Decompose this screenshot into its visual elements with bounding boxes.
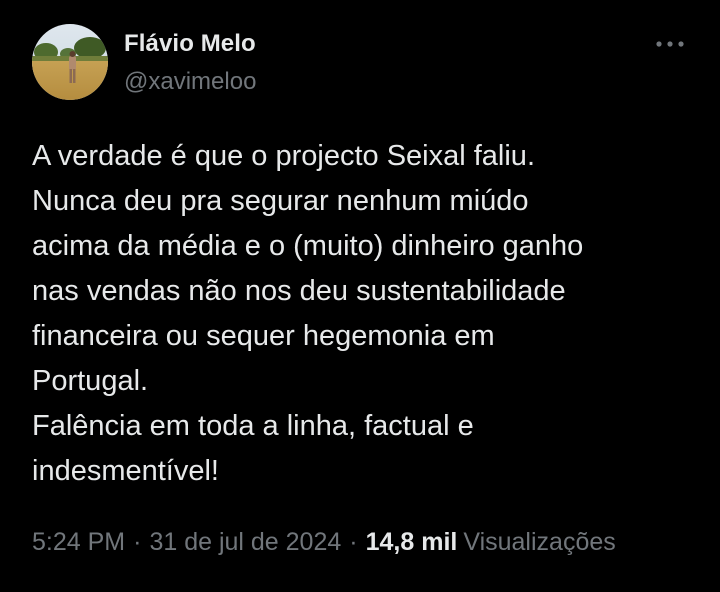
views-label: Visualizações [463, 528, 616, 556]
avatar-photo [32, 24, 108, 100]
tweet-text: A verdade é que o projecto Seixal faliu.… [32, 140, 584, 487]
display-name[interactable]: Flávio Melo [124, 30, 256, 58]
avatar[interactable] [32, 24, 108, 100]
tweet-card: Flávio Melo @xavimeloo A verdade é que o… [0, 0, 720, 592]
separator: · [349, 528, 358, 556]
views-count[interactable]: 14,8 mil [366, 528, 458, 557]
tweet-time[interactable]: 5:24 PM [32, 528, 125, 557]
separator: · [133, 528, 142, 556]
more-horizontal-icon [656, 41, 684, 47]
tweet-date[interactable]: 31 de jul de 2024 [149, 528, 341, 557]
more-options-button[interactable] [652, 30, 688, 58]
user-handle[interactable]: @xavimeloo [124, 68, 256, 96]
tweet-meta: 5:24 PM · 31 de jul de 2024 · 14,8 mil V… [32, 528, 616, 557]
